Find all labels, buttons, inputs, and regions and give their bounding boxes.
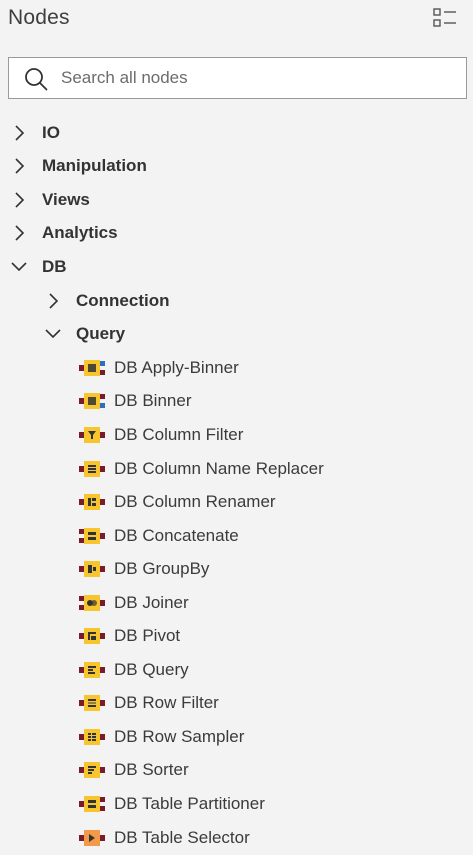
db-sorter-icon <box>79 761 105 778</box>
chevron-down-icon <box>45 328 61 338</box>
panel-title: Nodes <box>8 6 70 29</box>
node-label: DB Apply-Binner <box>114 357 239 377</box>
search-input[interactable] <box>61 58 456 98</box>
node-item[interactable]: DB Query <box>79 653 189 686</box>
list-view-icon[interactable] <box>430 6 460 30</box>
search-box <box>8 57 467 99</box>
category-views[interactable]: Views <box>10 183 90 216</box>
node-label: DB Column Filter <box>114 424 244 444</box>
node-item[interactable]: DB Joiner <box>79 586 189 619</box>
node-label: DB Concatenate <box>114 525 239 545</box>
node-item[interactable]: DB Column Name Replacer <box>79 452 324 485</box>
chevron-down-icon <box>11 261 27 271</box>
node-item[interactable]: DB Apply-Binner <box>79 351 239 384</box>
db-concatenate-icon <box>79 527 105 544</box>
chevron-right-icon <box>15 157 25 174</box>
db-table-selector-icon <box>79 829 105 846</box>
db-pivot-icon <box>79 627 105 644</box>
category-io[interactable]: IO <box>10 116 60 149</box>
node-item[interactable]: DB GroupBy <box>79 552 209 585</box>
category-label: Analytics <box>42 222 118 242</box>
category-label: Query <box>76 323 126 343</box>
node-item[interactable]: DB Sorter <box>79 753 189 786</box>
node-label: DB Row Filter <box>114 692 219 712</box>
node-label: DB Query <box>114 659 189 679</box>
node-item[interactable]: DB Binner <box>79 384 191 417</box>
chevron-right-icon <box>15 191 25 208</box>
chevron-right-icon <box>15 224 25 241</box>
category-analytics[interactable]: Analytics <box>10 216 118 249</box>
chevron-right-icon <box>15 124 25 141</box>
category-label: Manipulation <box>42 155 147 175</box>
node-label: DB Pivot <box>114 625 181 645</box>
db-groupby-icon <box>79 560 105 577</box>
node-label: DB GroupBy <box>114 558 210 578</box>
node-item[interactable]: DB Column Renamer <box>79 485 276 518</box>
db-apply-binner-icon <box>79 359 105 376</box>
node-item[interactable]: DB Table Partitioner <box>79 787 265 820</box>
node-item[interactable]: DB Concatenate <box>79 519 239 552</box>
node-label: DB Joiner <box>114 592 189 612</box>
node-item[interactable]: DB Table Selector <box>79 821 250 854</box>
node-item[interactable]: DB Row Filter <box>79 686 219 719</box>
db-query-icon <box>79 661 105 678</box>
node-label: DB Sorter <box>114 759 189 779</box>
db-binner-icon <box>79 392 105 409</box>
chevron-right-icon <box>49 292 59 309</box>
node-item[interactable]: DB Pivot <box>79 619 180 652</box>
node-label: DB Column Name Replacer <box>114 458 324 478</box>
db-row-filter-icon <box>79 694 105 711</box>
category-label: Connection <box>76 290 170 310</box>
db-column-renamer-icon <box>79 493 105 510</box>
node-label: DB Table Partitioner <box>114 793 265 813</box>
search-icon <box>25 68 48 91</box>
node-item[interactable]: DB Row Sampler <box>79 720 244 753</box>
node-label: DB Column Renamer <box>114 491 276 511</box>
node-label: DB Binner <box>114 390 192 410</box>
db-joiner-icon <box>79 594 105 611</box>
category-label: DB <box>42 256 67 276</box>
subcategory-connection[interactable]: Connection <box>44 284 170 317</box>
category-manipulation[interactable]: Manipulation <box>10 149 147 182</box>
panel-header: Nodes <box>0 0 473 40</box>
subcategory-query[interactable]: Query <box>44 317 125 350</box>
category-db[interactable]: DB <box>10 250 67 283</box>
category-label: Views <box>42 189 90 209</box>
node-item[interactable]: DB Column Filter <box>79 418 243 451</box>
node-label: DB Row Sampler <box>114 726 245 746</box>
db-column-name-replacer-icon <box>79 460 105 477</box>
db-column-filter-icon <box>79 426 105 443</box>
node-label: DB Table Selector <box>114 827 250 847</box>
db-row-sampler-icon <box>79 728 105 745</box>
category-label: IO <box>42 122 60 142</box>
db-table-partitioner-icon <box>79 795 105 812</box>
